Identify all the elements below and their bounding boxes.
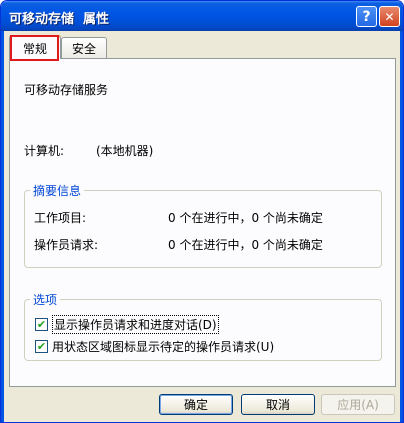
service-name: 可移动存储服务 [24,83,109,97]
option-show-dialog[interactable]: ✔ 显示操作员请求和进度对话(D) [35,315,219,334]
help-icon: ? [362,8,371,25]
tab-security[interactable]: 安全 [61,37,107,58]
option-tray-icon-label: 用状态区域图标显示待定的操作员请求(U) [52,340,275,354]
work-items-label: 工作项目: [34,211,87,225]
cancel-button[interactable]: 取消 [241,394,315,415]
summary-group [24,190,382,268]
apply-button-label: 应用(A) [337,398,379,412]
apply-button[interactable]: 应用(A) [321,394,395,415]
window-border-right [400,31,403,422]
operator-requests-value: 0 个在进行中，0 个尚未确定 [168,238,323,252]
cancel-button-label: 取消 [265,398,290,412]
computer-value: (本地机器) [96,144,154,158]
close-icon: ✕ [384,9,395,24]
title-bar[interactable]: 可移动存储 属性 ? ✕ [1,1,403,31]
operator-requests-label: 操作员请求: [34,238,99,252]
work-items-value: 0 个在进行中，0 个尚未确定 [168,211,323,225]
summary-group-title: 摘要信息 [30,182,85,199]
tab-general-label: 常规 [22,41,47,56]
tab-general[interactable]: 常规 [9,35,61,59]
checkbox-tray-icon[interactable]: ✔ [35,340,48,353]
close-button[interactable]: ✕ [379,6,400,27]
option-tray-icon[interactable]: ✔ 用状态区域图标显示待定的操作员请求(U) [35,338,274,355]
tab-panel-general: 可移动存储服务 计算机: (本地机器) 摘要信息 工作项目: 0 个在进行中，0… [9,58,396,387]
computer-label: 计算机: [24,144,65,158]
window-border-left [1,31,4,422]
ok-button-label: 确定 [183,398,208,412]
checkbox-show-dialog[interactable]: ✔ [35,318,48,331]
window-title: 可移动存储 属性 [9,12,110,27]
checkmark-icon: ✔ [36,318,47,331]
ok-button[interactable]: 确定 [159,394,233,415]
checkmark-icon: ✔ [36,340,47,353]
options-group-title: 选项 [30,291,61,308]
properties-dialog: 可移动存储 属性 ? ✕ 常规 安全 可移动存储服务 计算机: (本地机器) 摘… [0,0,404,423]
option-show-dialog-label: 显示操作员请求和进度对话(D) [52,315,219,334]
help-button[interactable]: ? [356,6,377,27]
tab-security-label: 安全 [71,41,96,56]
